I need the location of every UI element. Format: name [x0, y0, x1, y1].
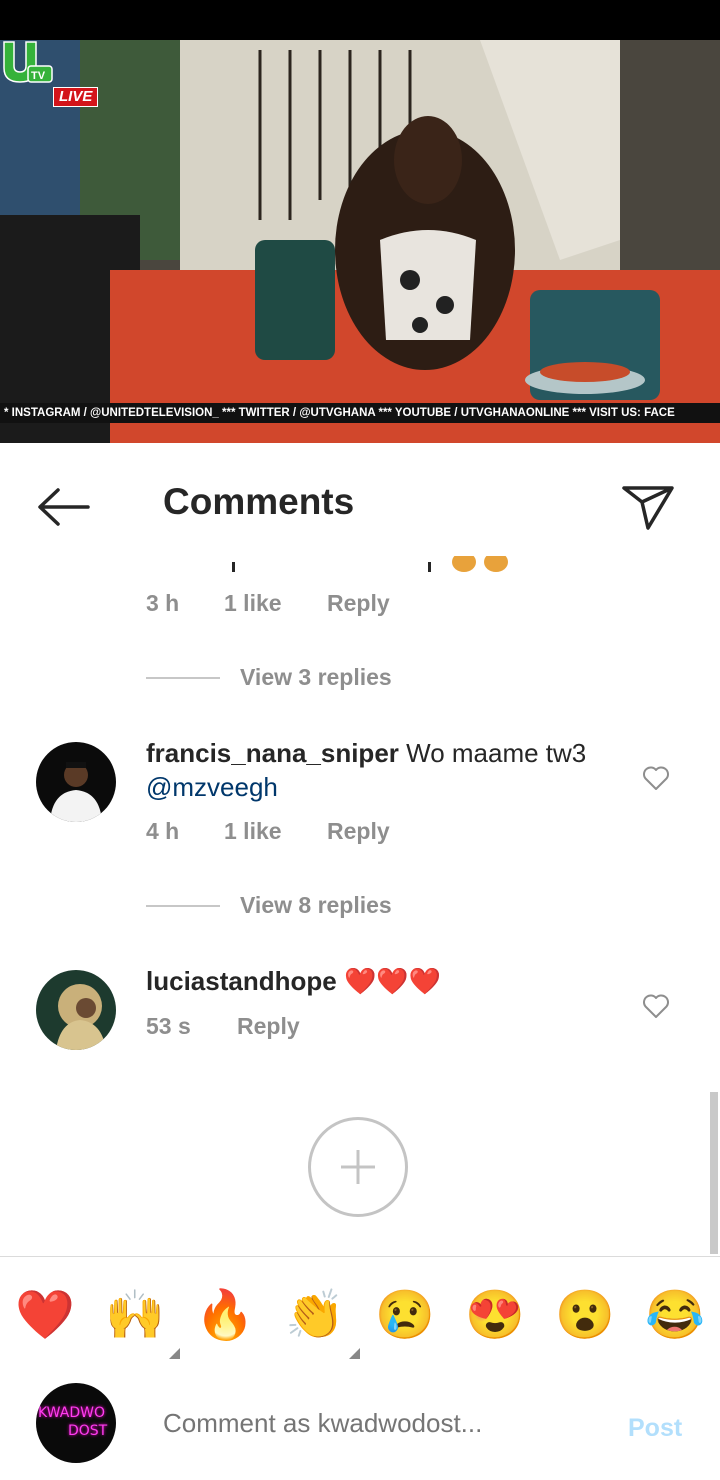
heart-icon[interactable]	[642, 765, 670, 791]
comment-text: ❤️❤️❤️	[343, 966, 442, 996]
view-replies-label: View 8 replies	[240, 892, 392, 918]
reply-button[interactable]: Reply	[327, 818, 390, 845]
emoji-laughing[interactable]: 😂	[644, 1285, 706, 1347]
live-badge: LIVE	[53, 87, 99, 107]
emoji-bar: ❤️ 🙌 🔥 👏 😢 😍 😮 😂	[0, 1256, 720, 1368]
emoji-glyph: 👏	[285, 1289, 345, 1342]
comment-input[interactable]	[163, 1408, 603, 1439]
svg-text:TV: TV	[31, 70, 46, 82]
video-player[interactable]: LIVE TV * INSTAGRAM / @UNITEDTELEVISION_…	[0, 40, 720, 443]
comment-likes[interactable]: 1 like	[224, 590, 282, 617]
avatar-image	[36, 970, 116, 1050]
emoji-heart[interactable]: ❤️	[14, 1285, 76, 1347]
comment-time: 53 s	[146, 1013, 191, 1039]
heart-icon[interactable]	[642, 993, 670, 1019]
page-title: Comments	[163, 481, 355, 522]
comment-mention[interactable]: @mzveegh	[146, 772, 278, 802]
view-replies-label: View 3 replies	[240, 664, 392, 690]
emoji-raising-hands[interactable]: 🙌	[104, 1285, 180, 1359]
utv-logo: TV	[3, 41, 53, 83]
avatar-image	[36, 742, 116, 822]
avatar[interactable]	[36, 970, 116, 1050]
avatar[interactable]	[36, 742, 116, 822]
replies-divider	[146, 904, 220, 907]
comments-header	[0, 443, 720, 563]
comment-username[interactable]: luciastandhope	[146, 966, 337, 996]
current-user-avatar: KWADWO DOST	[36, 1383, 116, 1463]
emoji-surprised[interactable]: 😮	[554, 1285, 616, 1347]
partial-comment-text	[232, 556, 508, 572]
load-more-button[interactable]	[308, 1117, 408, 1217]
comment-username[interactable]: francis_nana_sniper	[146, 738, 399, 768]
reply-button[interactable]: Reply	[237, 1013, 300, 1040]
comment-body: francis_nana_sniper Wo maame tw3 @mzveeg…	[146, 736, 626, 804]
video-frame	[0, 40, 720, 443]
post-button[interactable]: Post	[628, 1414, 682, 1443]
skin-tone-indicator	[169, 1348, 180, 1359]
emoji-crying[interactable]: 😢	[374, 1285, 436, 1347]
replies-divider	[146, 676, 220, 679]
plus-icon	[341, 1150, 375, 1184]
comment-body: luciastandhope ❤️❤️❤️	[146, 964, 626, 998]
avatar-text: DOST	[68, 1423, 108, 1439]
comment-time: 4 h	[146, 818, 180, 844]
comment-time: 3 h	[146, 590, 180, 616]
emoji-clapping[interactable]: 👏	[284, 1285, 360, 1359]
reply-button[interactable]: Reply	[327, 590, 390, 617]
comment-likes[interactable]: 1 like	[224, 818, 282, 845]
emoji-heart-eyes[interactable]: 😍	[464, 1285, 526, 1347]
view-replies-button[interactable]: View 8 replies	[146, 892, 392, 919]
avatar-text: KWADWO	[38, 1405, 105, 1421]
scrollbar[interactable]	[710, 1092, 718, 1254]
skin-tone-indicator	[349, 1348, 360, 1359]
emoji-fire[interactable]: 🔥	[194, 1285, 256, 1347]
status-bar	[0, 0, 720, 40]
view-replies-button[interactable]: View 3 replies	[146, 664, 392, 691]
news-ticker: * INSTAGRAM / @UNITEDTELEVISION_ *** TWI…	[0, 403, 720, 423]
arrow-left-icon[interactable]	[36, 487, 90, 527]
comment-text: Wo maame tw3	[406, 738, 587, 768]
paper-plane-icon[interactable]	[620, 482, 676, 532]
emoji-glyph: 🙌	[105, 1289, 165, 1342]
